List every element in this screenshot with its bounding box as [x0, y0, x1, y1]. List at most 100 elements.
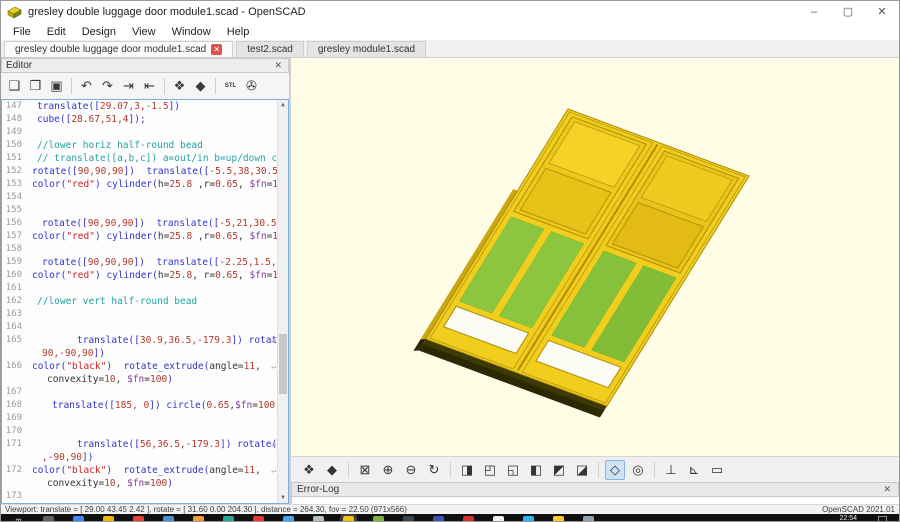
tab-close-icon[interactable]: ✕	[211, 44, 222, 55]
window-title: gresley double luggage door module1.scad…	[28, 6, 797, 18]
scroll-down-icon[interactable]: ▼	[278, 493, 288, 503]
code-line: 157color("red") cylinder(h=25.8 ,r=0.65,…	[2, 230, 288, 243]
3d-viewport[interactable]	[291, 58, 899, 456]
taskbar-app-8[interactable]	[253, 516, 264, 522]
close-button[interactable]: ✕	[865, 1, 899, 23]
view-bottom-icon[interactable]: ◱	[503, 460, 523, 480]
taskbar-app-10[interactable]	[313, 516, 324, 522]
taskbar-app-15[interactable]	[463, 516, 474, 522]
taskbar-app-16[interactable]	[493, 516, 504, 522]
new-file-icon[interactable]: ❑	[5, 76, 24, 96]
view-preview-icon[interactable]: ❖	[299, 460, 319, 480]
zoom-in-icon[interactable]: ⊕	[378, 460, 398, 480]
view-center-icon[interactable]: ◎	[628, 460, 648, 480]
view-back-icon[interactable]: ◪	[572, 460, 592, 480]
code-token: rotate([	[32, 166, 78, 177]
tab-label: gresley module1.scad	[318, 44, 415, 55]
print-3d-icon[interactable]: ✇	[242, 76, 261, 96]
tab-gresley-module1[interactable]: gresley module1.scad	[307, 41, 426, 57]
menu-view[interactable]: View	[124, 23, 164, 41]
taskbar-app-4[interactable]	[133, 516, 144, 522]
taskbar-app-2[interactable]	[73, 516, 84, 522]
maximize-button[interactable]: ▢	[831, 1, 865, 23]
menu-file[interactable]: File	[5, 23, 39, 41]
taskbar-app-18[interactable]	[553, 516, 564, 522]
code-token: 90,90,90	[88, 218, 134, 229]
viewport-toolbar: ❖◆ ⊠⊕⊖↻ ◨◰◱◧◩◪ ◇◎ ⊥⊾▭	[291, 456, 899, 482]
menu-edit[interactable]: Edit	[39, 23, 74, 41]
zoom-out-icon[interactable]: ⊖	[401, 460, 421, 480]
indent-icon[interactable]: ⇥	[119, 76, 138, 96]
open-file-icon[interactable]: ❒	[26, 76, 45, 96]
scrollbar-thumb[interactable]	[279, 334, 287, 394]
line-number: 170	[2, 425, 27, 438]
start-button[interactable]: ⊞	[13, 516, 24, 522]
taskbar-app-19[interactable]	[583, 516, 594, 522]
view-diagonal-icon[interactable]: ◇	[605, 460, 625, 480]
view-top-icon[interactable]: ◰	[480, 460, 500, 480]
line-number: 152	[2, 165, 27, 178]
taskbar-tray-icon[interactable]	[878, 516, 887, 522]
taskbar-app-12[interactable]	[373, 516, 384, 522]
tab-gresley-double-luggage-door-module1[interactable]: gresley double luggage door module1.scad…	[4, 41, 233, 57]
tab-test2[interactable]: test2.scad	[236, 41, 304, 57]
zoom-all-icon[interactable]: ⊠	[355, 460, 375, 480]
line-number	[2, 373, 27, 386]
menu-window[interactable]: Window	[164, 23, 219, 41]
line-number: 149	[2, 126, 27, 139]
taskbar-app-13[interactable]	[403, 516, 414, 522]
redo-icon[interactable]: ↷	[98, 76, 117, 96]
taskbar-app-7[interactable]	[223, 516, 234, 522]
tab-bar: gresley double luggage door module1.scad…	[1, 41, 899, 58]
render-icon[interactable]: ◆	[191, 76, 210, 96]
minimize-button[interactable]: –	[797, 1, 831, 23]
preview-icon[interactable]: ❖	[170, 76, 189, 96]
view-render-icon[interactable]: ◆	[322, 460, 342, 480]
openscad-window: gresley double luggage door module1.scad…	[0, 0, 900, 522]
menu-help[interactable]: Help	[219, 23, 258, 41]
unindent-icon[interactable]: ⇤	[140, 76, 159, 96]
taskbar-app-17[interactable]	[523, 516, 534, 522]
code-token: ) rotate_extrude(	[106, 465, 209, 476]
taskbar-clock: 22:54	[839, 515, 857, 522]
code-text: // translate([a,b,c]) a=out/in b=up/down…	[27, 152, 288, 165]
line-wrap-icon: ↵	[271, 334, 276, 347]
code-token: h=	[158, 231, 169, 242]
taskbar-app-openscad-active[interactable]	[343, 516, 354, 522]
menu-design[interactable]: Design	[74, 23, 124, 41]
reset-view-icon[interactable]: ↻	[424, 460, 444, 480]
code-line: 150//lower horiz half-round bead	[2, 139, 288, 152]
show-scale-markers-icon[interactable]: ⊾	[684, 460, 704, 480]
code-token: 25.8	[169, 231, 192, 242]
code-token: 100	[150, 374, 167, 385]
save-file-icon[interactable]: ▣	[47, 76, 66, 96]
orthogonal-view-icon[interactable]: ▭	[707, 460, 727, 480]
line-number: 168	[2, 399, 27, 412]
code-editor[interactable]: 147translate([29.07,3,-1.5])148cube([28.…	[1, 99, 289, 504]
taskbar-app-6[interactable]	[193, 516, 204, 522]
code-token: 0.65	[206, 400, 229, 411]
taskbar-app-14[interactable]	[433, 516, 444, 522]
taskbar-app-1[interactable]	[43, 516, 54, 522]
code-line: 151// translate([a,b,c]) a=out/in b=up/d…	[2, 152, 288, 165]
show-axes-icon[interactable]: ⊥	[661, 460, 681, 480]
code-line-wrap: convexity=10, $fn=100)	[2, 373, 288, 386]
taskbar-app-3[interactable]	[103, 516, 114, 522]
undo-icon[interactable]: ↶	[77, 76, 96, 96]
editor-close-icon[interactable]: ✕	[272, 60, 284, 71]
code-text: convexity=10, $fn=100)	[27, 477, 288, 490]
line-wrap-icon: ↵	[271, 360, 276, 373]
view-left-icon[interactable]: ◧	[526, 460, 546, 480]
scroll-up-icon[interactable]: ▲	[278, 100, 288, 110]
export-stl-icon[interactable]: STL	[221, 76, 240, 96]
view-right-icon[interactable]: ◨	[457, 460, 477, 480]
editor-scrollbar[interactable]: ▲ ▼	[277, 100, 288, 503]
code-token: convexity=	[47, 478, 104, 489]
taskbar-app-5[interactable]	[163, 516, 174, 522]
code-token: ]) circle(	[149, 400, 206, 411]
taskbar-app-9[interactable]	[283, 516, 294, 522]
error-log-close-icon[interactable]: ✕	[881, 484, 893, 495]
view-front-icon[interactable]: ◩	[549, 460, 569, 480]
editor-panel-header: Editor ✕	[1, 58, 289, 73]
code-token: color(	[32, 231, 66, 242]
